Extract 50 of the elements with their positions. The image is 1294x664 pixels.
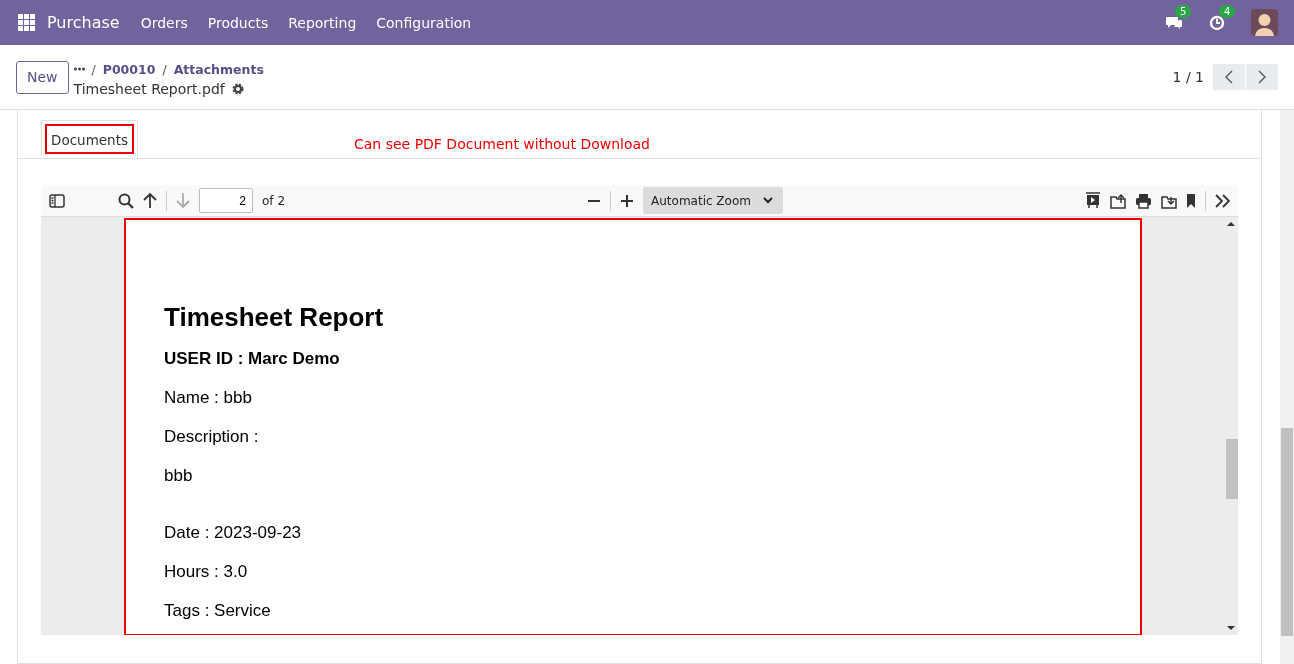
gear-icon[interactable] xyxy=(231,82,244,95)
scroll-up-icon xyxy=(1227,221,1235,226)
more-icon[interactable] xyxy=(73,67,85,71)
record-title: Timesheet Report.pdf xyxy=(73,80,225,97)
badge: 4 xyxy=(1219,4,1236,18)
document-field: Date : 2023-09-23 xyxy=(164,523,1102,543)
sidebar-toggle-icon[interactable] xyxy=(49,193,65,208)
search-icon[interactable] xyxy=(118,192,134,209)
zoom-in-icon[interactable] xyxy=(620,193,634,208)
apps-menu-icon[interactable] xyxy=(18,14,35,31)
bookmark-icon[interactable] xyxy=(1186,192,1196,209)
scrollbar[interactable] xyxy=(1280,110,1294,664)
menu-item[interactable]: Reporting xyxy=(288,14,357,31)
scroll-down-icon xyxy=(1227,626,1235,631)
menu-item[interactable]: Configuration xyxy=(376,14,472,31)
scrollbar-thumb[interactable] xyxy=(1281,428,1293,636)
chevron-right-icon xyxy=(1258,70,1266,84)
badge: 5 xyxy=(1175,4,1192,18)
scrollbar-thumb[interactable] xyxy=(1226,439,1238,499)
chevron-left-icon xyxy=(1225,70,1233,84)
zoom-select[interactable]: Automatic Zoom xyxy=(643,187,783,214)
document-field: Name : bbb xyxy=(164,388,1102,408)
document-heading: USER ID : Marc Demo xyxy=(164,349,341,369)
print-icon[interactable] xyxy=(1135,192,1152,209)
app-name[interactable]: Purchase xyxy=(47,13,120,32)
breadcrumb-separator: / xyxy=(162,61,167,77)
chat-icon[interactable] xyxy=(1165,14,1183,31)
annotation-text: Can see PDF Document without Download xyxy=(354,136,650,152)
document-title: Timesheet Report xyxy=(164,302,385,333)
document-field-label: Description : xyxy=(164,427,260,447)
avatar-icon[interactable] xyxy=(1251,9,1278,36)
document-field: Hours : 3.0 xyxy=(164,562,1102,582)
breadcrumb-link[interactable]: Attachments xyxy=(173,61,264,77)
new-button[interactable]: New xyxy=(16,60,69,94)
document-field: Tags : Service xyxy=(164,601,1102,621)
folder-upload-icon[interactable] xyxy=(1110,192,1126,209)
menu-item[interactable]: Products xyxy=(207,14,269,31)
arrow-up-icon[interactable] xyxy=(143,192,157,209)
page-number-field[interactable]: 2 xyxy=(199,188,253,213)
breadcrumb-link[interactable]: P00010 xyxy=(102,61,156,77)
double-chevron-icon[interactable] xyxy=(1215,193,1230,208)
page-count: of 2 xyxy=(262,193,285,208)
breadcrumb-separator: / xyxy=(91,61,96,77)
clock-icon[interactable] xyxy=(1209,14,1225,31)
pager-value: 1 / 1 xyxy=(1172,69,1204,85)
menu-item[interactable]: Orders xyxy=(140,14,188,31)
document-field-value: bbb xyxy=(164,466,194,486)
chevron-down-icon xyxy=(763,197,773,204)
tab[interactable]: Documents xyxy=(41,120,138,158)
presentation-icon[interactable] xyxy=(1085,192,1101,209)
